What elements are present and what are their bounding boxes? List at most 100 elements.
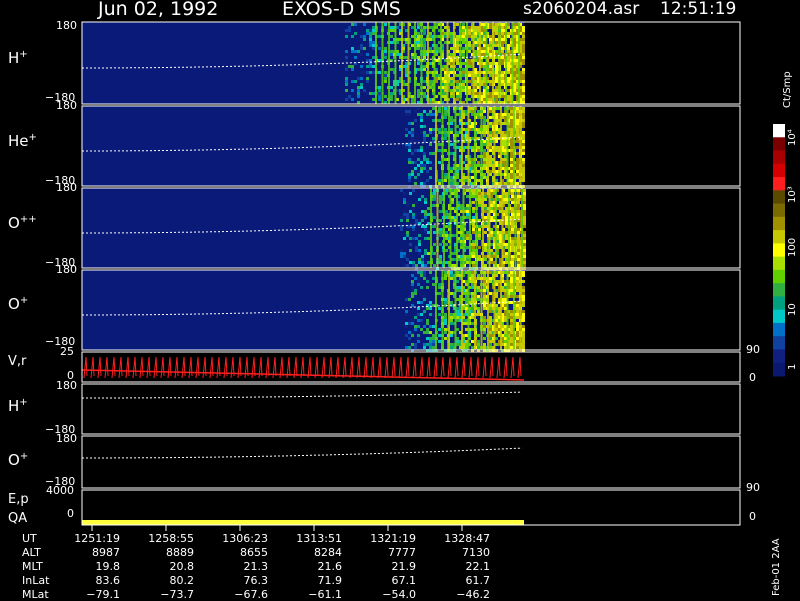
right-tick-top: 90 bbox=[746, 481, 760, 494]
spectrogram-cell bbox=[466, 261, 469, 264]
spectrogram-cell bbox=[489, 310, 492, 313]
spectrogram-cell bbox=[411, 274, 414, 277]
spectrogram-cell bbox=[507, 53, 510, 56]
spectrogram-cell bbox=[414, 295, 417, 298]
spectrogram-cell bbox=[466, 189, 469, 192]
spectrogram-cell bbox=[456, 95, 459, 98]
spectrogram-cell bbox=[489, 74, 492, 77]
panel-label-o-plus-angle: O+ bbox=[8, 451, 29, 469]
spectrogram-cell bbox=[510, 334, 513, 337]
spectrogram-cell bbox=[439, 228, 442, 231]
spectrogram-cell bbox=[495, 41, 498, 44]
spectrogram-cell bbox=[421, 258, 424, 261]
spectrogram-cell bbox=[378, 95, 381, 98]
spectrogram-cell bbox=[450, 182, 453, 185]
spectrogram-cell bbox=[450, 319, 453, 322]
spectrogram-cell bbox=[471, 158, 474, 161]
spectrogram-cell bbox=[489, 346, 492, 349]
spectrogram-cell bbox=[450, 316, 453, 319]
spectrogram-cell bbox=[478, 189, 481, 192]
spectrogram-cell bbox=[462, 35, 465, 38]
spectrogram-cell bbox=[522, 313, 525, 316]
spectrogram-cell bbox=[523, 189, 526, 192]
spectrogram-cell bbox=[384, 29, 387, 32]
spectrogram-cell bbox=[423, 44, 426, 47]
spectrogram-cell bbox=[483, 131, 486, 134]
spectrogram-cell bbox=[424, 210, 427, 213]
spectrogram-cell bbox=[409, 249, 412, 252]
spectrogram-cell bbox=[471, 271, 474, 274]
spectrogram-cell bbox=[517, 264, 520, 267]
table-cell: 8655 bbox=[240, 546, 268, 559]
spectrogram-cell bbox=[505, 234, 508, 237]
spectrogram-cell bbox=[445, 249, 448, 252]
spectrogram-cell bbox=[412, 237, 415, 240]
spectrogram-cell bbox=[390, 50, 393, 53]
spectrogram-cell bbox=[426, 286, 429, 289]
spectrogram-cell bbox=[505, 243, 508, 246]
spectrogram-cell bbox=[439, 231, 442, 234]
spectrogram-cell bbox=[408, 113, 411, 116]
spectrogram-cell bbox=[406, 264, 409, 267]
spectrogram-cell bbox=[369, 35, 372, 38]
spectrogram-cell bbox=[483, 283, 486, 286]
table-cell: 76.3 bbox=[243, 574, 269, 587]
spectrogram-cell bbox=[390, 26, 393, 29]
spectrogram-cell bbox=[471, 182, 474, 185]
spectrogram-cell bbox=[423, 26, 426, 29]
spectrogram-cell bbox=[489, 170, 492, 173]
spectrogram-cell bbox=[511, 201, 514, 204]
spectrogram-cell bbox=[478, 234, 481, 237]
chart-instrument-title: EXOS-D SMS bbox=[282, 0, 401, 20]
spectrogram-cell bbox=[450, 65, 453, 68]
spectrogram-cell bbox=[489, 328, 492, 331]
spectrogram-cell bbox=[429, 274, 432, 277]
spectrogram-cell bbox=[516, 161, 519, 164]
spectrogram-cell bbox=[433, 231, 436, 234]
table-cell: −54.0 bbox=[382, 588, 416, 601]
spectrogram-cell bbox=[489, 98, 492, 101]
spectrogram-cell bbox=[406, 258, 409, 261]
spectrogram-cell bbox=[516, 119, 519, 122]
spectrogram-cell bbox=[450, 53, 453, 56]
spectrogram-cell bbox=[472, 189, 475, 192]
spectrogram-cell bbox=[466, 195, 469, 198]
spectrogram-cell bbox=[423, 298, 426, 301]
spectrogram-cell bbox=[510, 131, 513, 134]
spectrogram-cell bbox=[516, 125, 519, 128]
spectrogram-cell bbox=[466, 210, 469, 213]
spectrogram-cell bbox=[423, 152, 426, 155]
spectrogram-cell bbox=[421, 225, 424, 228]
spectrogram-cell bbox=[517, 198, 520, 201]
spectrogram-cell bbox=[429, 47, 432, 50]
spectrogram-cell bbox=[439, 201, 442, 204]
spectrogram-cell bbox=[523, 246, 526, 249]
spectrogram-cell bbox=[471, 161, 474, 164]
spectrogram-cell bbox=[516, 131, 519, 134]
spectrogram-cell bbox=[483, 176, 486, 179]
spectrogram-cell bbox=[420, 164, 423, 167]
spectrogram-cell bbox=[450, 92, 453, 95]
spectrogram-cell bbox=[472, 243, 475, 246]
spectrogram-cell bbox=[471, 167, 474, 170]
colorbar-swatch bbox=[773, 150, 785, 165]
spectrogram-cell bbox=[429, 86, 432, 89]
spectrogram-cell bbox=[522, 32, 525, 35]
spectrogram-cell bbox=[511, 207, 514, 210]
spin-stripe bbox=[506, 106, 509, 186]
spectrogram-cell bbox=[357, 95, 360, 98]
spectrogram-cell bbox=[378, 47, 381, 50]
spectrogram-cell bbox=[438, 313, 441, 316]
table-cell: 21.3 bbox=[243, 560, 269, 573]
spectrogram-cell bbox=[517, 243, 520, 246]
spectrogram-cell bbox=[409, 192, 412, 195]
spectrogram-cell bbox=[450, 77, 453, 80]
spectrogram-cell bbox=[429, 38, 432, 41]
spectrogram-cell bbox=[417, 313, 420, 316]
spectrogram-cell bbox=[489, 23, 492, 26]
spectrogram-cell bbox=[439, 243, 442, 246]
spectrogram-cell bbox=[372, 32, 375, 35]
spectrogram-cell bbox=[517, 252, 520, 255]
spectrogram-cell bbox=[417, 107, 420, 110]
table-cell: 71.9 bbox=[317, 574, 343, 587]
